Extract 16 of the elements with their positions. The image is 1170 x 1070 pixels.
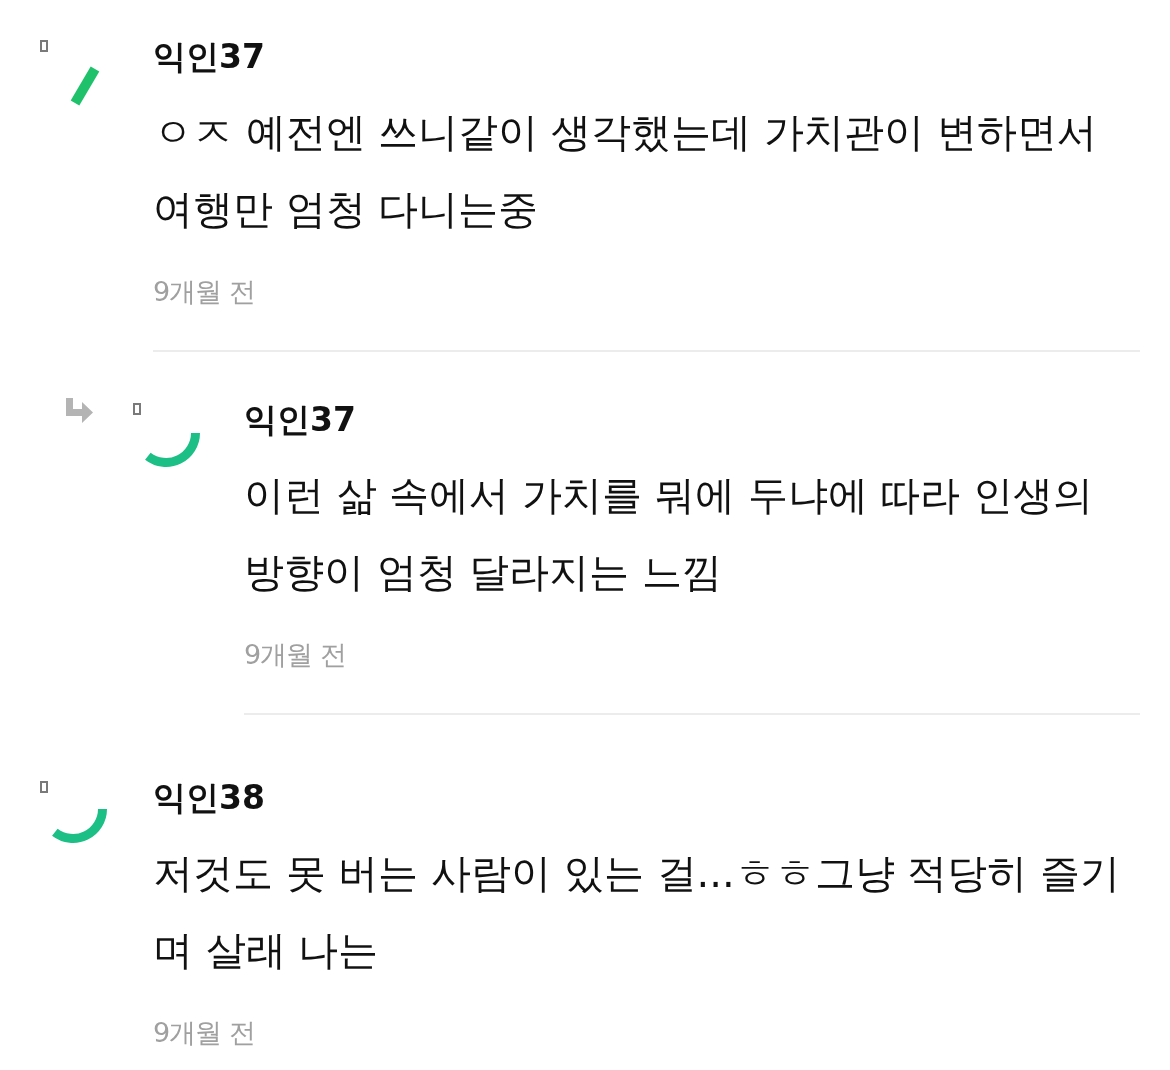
author-name: 익인38 — [153, 778, 266, 818]
comment-time: 9개월 전 — [153, 275, 256, 309]
author-name: 익인37 — [153, 37, 266, 77]
loading-spinner-icon — [70, 66, 100, 106]
reply-arrow-icon — [65, 398, 93, 424]
comment-text: ㅇㅈ 예전엔 쓰니같이 생각했는데 가치관이 변하면서 여행만 엄청 다니는중 — [153, 108, 1098, 234]
comment-text: 저것도 못 버는 사람이 있는 걸...ㅎㅎ그냥 적당히 즐기며 살래 나는 — [153, 849, 1122, 975]
author-name: 익인37 — [244, 400, 357, 440]
broken-image-icon — [40, 40, 48, 52]
broken-image-icon — [133, 403, 141, 415]
comment-text: 이런 삶 속에서 가치를 뭐에 두냐에 따라 인생의 방향이 엄청 달라지는 느낌 — [244, 471, 1094, 597]
loading-spinner-icon — [52, 809, 107, 845]
loading-spinner-icon — [145, 433, 200, 469]
comment-time: 9개월 전 — [153, 1016, 256, 1050]
broken-image-icon — [40, 781, 48, 793]
comment-time: 9개월 전 — [244, 638, 347, 672]
